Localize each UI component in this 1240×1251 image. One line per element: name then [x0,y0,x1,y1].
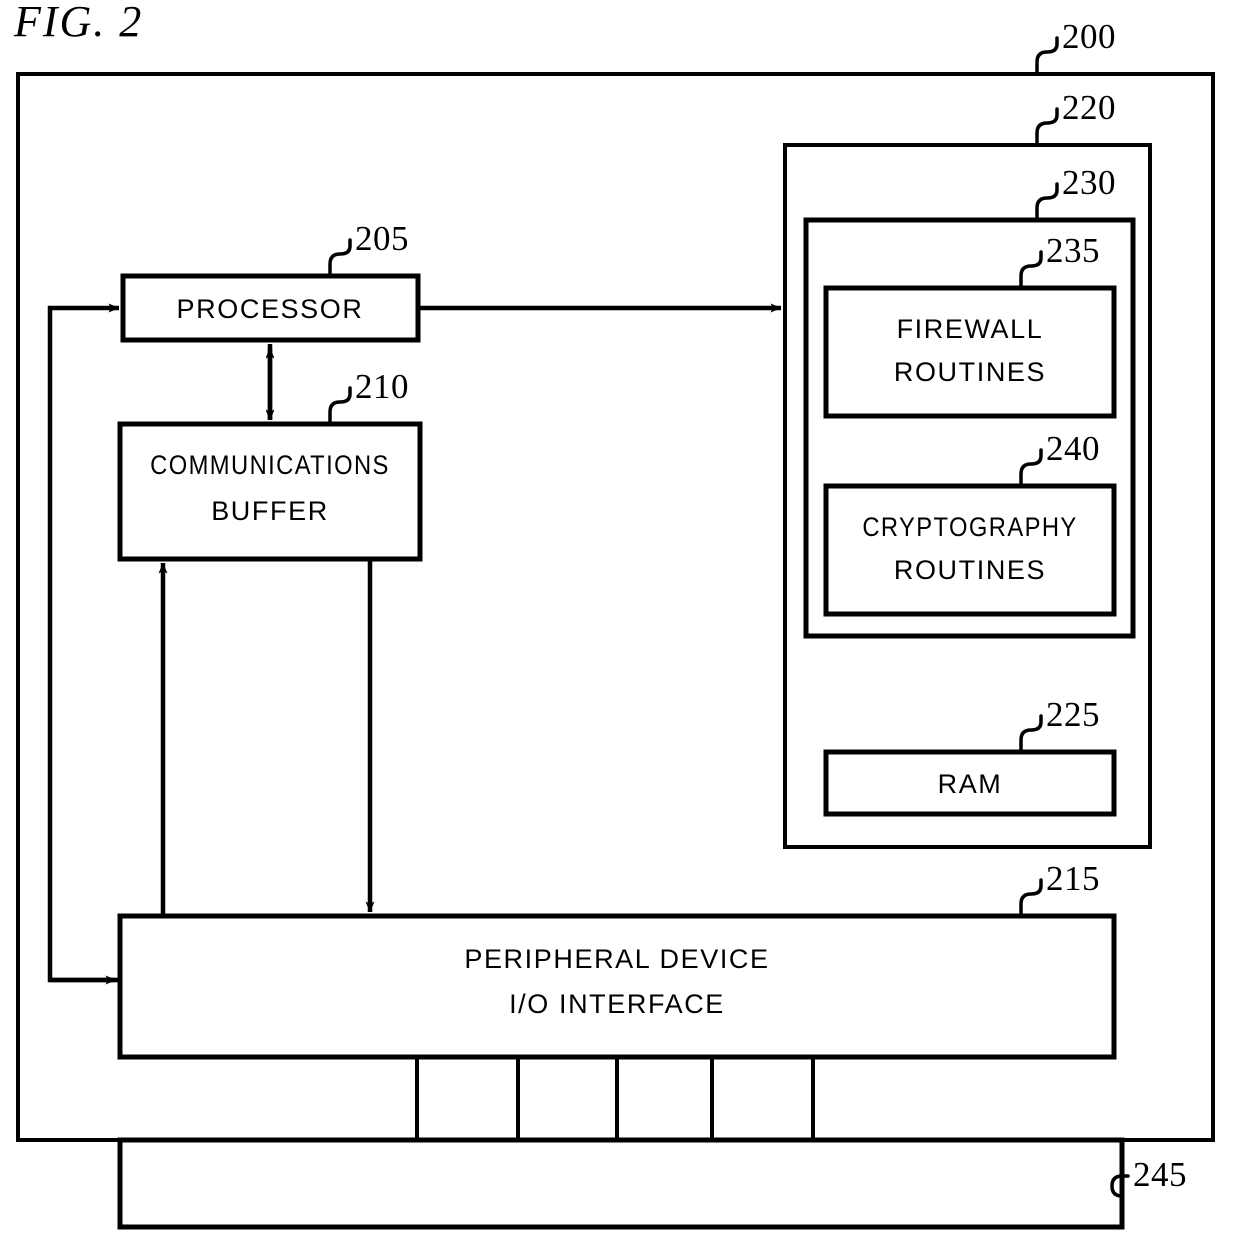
ref-numeral-220: 220 [1062,88,1116,127]
communications-buffer-label-line1: COMMUNICATIONS [150,451,390,481]
communications-buffer-box-210 [117,421,423,562]
leader-line-220 [1035,107,1059,147]
figure-title: FIG. 2 [13,0,143,46]
figure-canvas: FIG. 2 200 220 230 235 FIREWALL ROUTINES… [13,0,1215,1230]
connector-pin-strip [415,1057,815,1140]
ref-numeral-205: 205 [355,219,409,258]
ram-label: RAM [938,769,1003,799]
leader-line-200 [1035,36,1059,76]
leader-line-215 [1019,878,1043,918]
ref-numeral-215: 215 [1046,859,1100,898]
cryptography-routines-box-240 [823,483,1117,617]
firewall-routines-label-line2: ROUTINES [894,357,1046,387]
firewall-routines-box-235 [823,285,1117,419]
patent-figure-2: FIG. 2 200 220 230 235 FIREWALL ROUTINES… [0,0,1240,1251]
ref-numeral-230: 230 [1062,163,1116,202]
connector-block-245 [117,1137,1125,1230]
ref-numeral-235: 235 [1046,231,1100,270]
io-interface-label-line2: I/O INTERFACE [509,989,725,1019]
leader-line-230 [1035,182,1059,222]
ref-numeral-245: 245 [1133,1155,1187,1194]
cryptography-routines-label-line1: CRYPTOGRAPHY [862,513,1077,543]
ref-numeral-200: 200 [1062,17,1116,56]
ref-numeral-210: 210 [355,367,409,406]
cryptography-routines-label-line2: ROUTINES [894,555,1046,585]
communications-buffer-label-line2: BUFFER [211,496,329,526]
leader-line-235 [1019,250,1043,290]
leader-line-205 [328,238,352,278]
leader-line-240 [1019,448,1043,488]
flow-io-to-processor-feedback [47,303,120,983]
io-interface-box-215 [117,913,1117,1060]
leader-line-210 [328,386,352,426]
processor-label: PROCESSOR [177,294,364,324]
ref-numeral-240: 240 [1046,429,1100,468]
firewall-routines-label-line1: FIREWALL [897,314,1044,344]
io-interface-label-line1: PERIPHERAL DEVICE [464,944,769,974]
leader-line-225 [1019,714,1043,754]
ref-numeral-225: 225 [1046,695,1100,734]
